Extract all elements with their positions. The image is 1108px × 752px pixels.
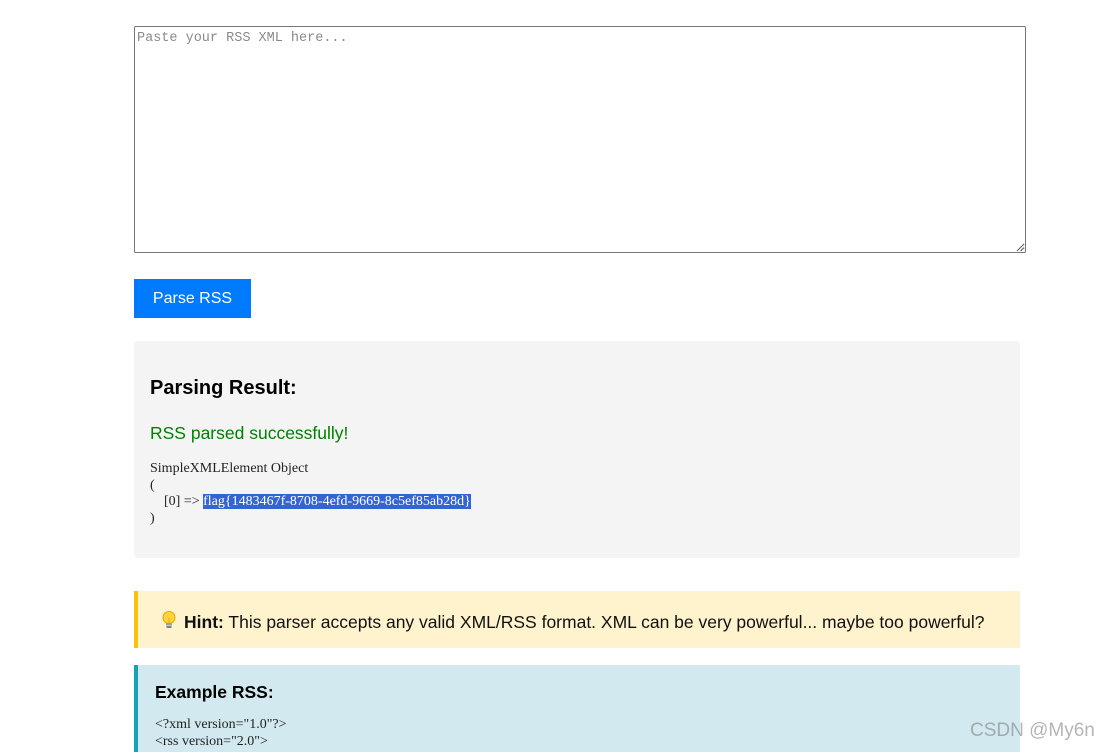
result-line-prefix: [0] => <box>150 494 204 509</box>
hint-label: Hint: <box>184 612 224 632</box>
example-rss-box: Example RSS: <?xml version="1.0"?> <rss … <box>134 665 1020 752</box>
hint-message: This parser accepts any valid XML/RSS fo… <box>223 612 985 632</box>
hint-box: Hint: This parser accepts any valid XML/… <box>134 591 1020 648</box>
lightbulb-icon <box>162 611 176 628</box>
result-status-message: RSS parsed successfully! <box>150 423 349 443</box>
result-line-open: ( <box>150 477 155 493</box>
rss-xml-input[interactable] <box>134 26 1026 253</box>
result-line-object: SimpleXMLElement Object <box>150 461 309 476</box>
parsing-result-panel: Parsing Result: RSS parsed successfully!… <box>134 341 1020 558</box>
watermark: CSDN @My6n <box>970 720 1095 741</box>
result-line-close: ) <box>150 510 155 526</box>
example-code: <?xml version="1.0"?> <rss version="2.0"… <box>155 717 287 749</box>
flag-value[interactable]: flag{1483467f-8708-4efd-9669-8c5ef85ab28… <box>203 494 471 509</box>
page: Parse RSS Parsing Result: RSS parsed suc… <box>0 0 1108 752</box>
example-title: Example RSS: <box>155 682 274 702</box>
parse-rss-button[interactable]: Parse RSS <box>134 279 251 318</box>
result-title: Parsing Result: <box>150 377 297 399</box>
result-output: SimpleXMLElement Object ( [0] => flag{14… <box>150 461 471 527</box>
hint-text: Hint: This parser accepts any valid XML/… <box>160 610 984 633</box>
